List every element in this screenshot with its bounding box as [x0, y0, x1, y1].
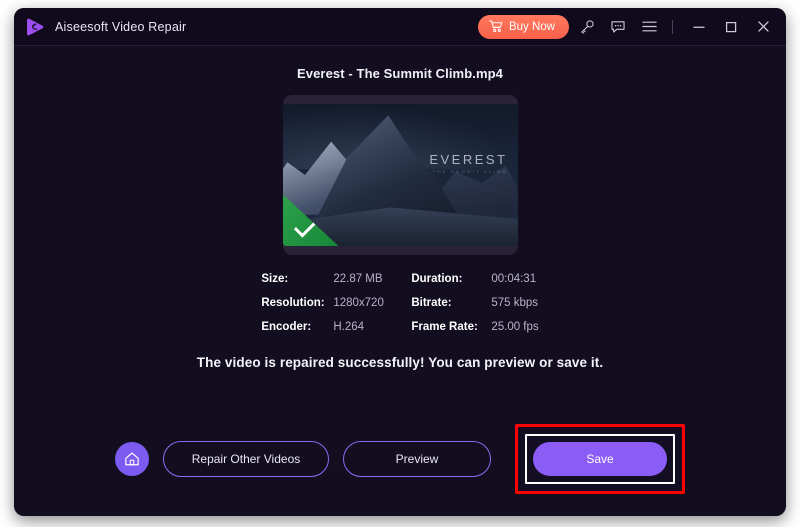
buy-now-label: Buy Now: [508, 20, 555, 33]
titlebar-controls: Buy Now: [477, 8, 776, 45]
home-button[interactable]: [115, 442, 149, 476]
maximize-icon[interactable]: [718, 14, 744, 40]
app-brand: Aiseesoft Video Repair: [24, 16, 186, 38]
meta-label-bitrate: Bitrate:: [411, 297, 452, 309]
save-button-highlight: Save: [515, 424, 685, 494]
meta-value-framerate: 25.00 fps: [491, 321, 539, 333]
meta-label-encoder: Encoder:: [261, 321, 312, 333]
meta-label-framerate: Frame Rate:: [411, 321, 478, 333]
play-triangle-logo-icon: [24, 16, 46, 38]
titlebar: Aiseesoft Video Repair Buy Now: [14, 8, 786, 46]
close-icon[interactable]: [750, 14, 776, 40]
meta-value-duration: 00:04:31: [491, 273, 537, 285]
minimize-icon[interactable]: [686, 14, 712, 40]
meta-value-size: 22.87 MB: [333, 273, 383, 285]
home-icon: [123, 450, 141, 468]
app-title: Aiseesoft Video Repair: [55, 19, 187, 34]
preview-button[interactable]: Preview: [343, 441, 491, 477]
titlebar-divider: [672, 19, 673, 34]
hamburger-menu-icon[interactable]: [636, 14, 662, 40]
shopping-cart-icon: [489, 20, 503, 33]
repair-other-videos-button[interactable]: Repair Other Videos: [163, 441, 329, 477]
main-content: Everest - The Summit Climb.mp4 EVEREST T…: [14, 46, 786, 516]
success-message: The video is repaired successfully! You …: [196, 355, 604, 370]
app-window: Aiseesoft Video Repair Buy Now Everest -…: [14, 8, 786, 516]
key-icon[interactable]: [574, 14, 600, 40]
meta-label-size: Size:: [261, 273, 289, 285]
thumbnail-title-sub: THE SUMMIT CLIMB: [432, 169, 508, 174]
meta-label-duration: Duration:: [411, 273, 463, 285]
thumbnail-image: EVEREST THE SUMMIT CLIMB: [282, 104, 518, 246]
meta-value-encoder: H.264: [333, 321, 365, 333]
meta-value-resolution: 1280x720: [333, 297, 384, 309]
action-bar: Repair Other Videos Preview Save: [14, 424, 786, 494]
thumbnail-overlay-title: EVEREST THE SUMMIT CLIMB: [429, 152, 507, 174]
file-name: Everest - The Summit Climb.mp4: [297, 66, 503, 81]
meta-value-bitrate: 575 kbps: [491, 297, 539, 309]
save-button[interactable]: Save: [533, 442, 667, 476]
video-metadata: Size: 22.87 MB Duration: 00:04:31 Resolu…: [261, 273, 538, 333]
save-button-highlight-inner: Save: [525, 434, 675, 484]
feedback-chat-icon[interactable]: [605, 14, 631, 40]
meta-label-resolution: Resolution:: [261, 297, 325, 309]
thumbnail-title-main: EVEREST: [429, 152, 508, 167]
video-thumbnail[interactable]: EVEREST THE SUMMIT CLIMB: [282, 95, 518, 255]
buy-now-button[interactable]: Buy Now: [477, 14, 569, 39]
